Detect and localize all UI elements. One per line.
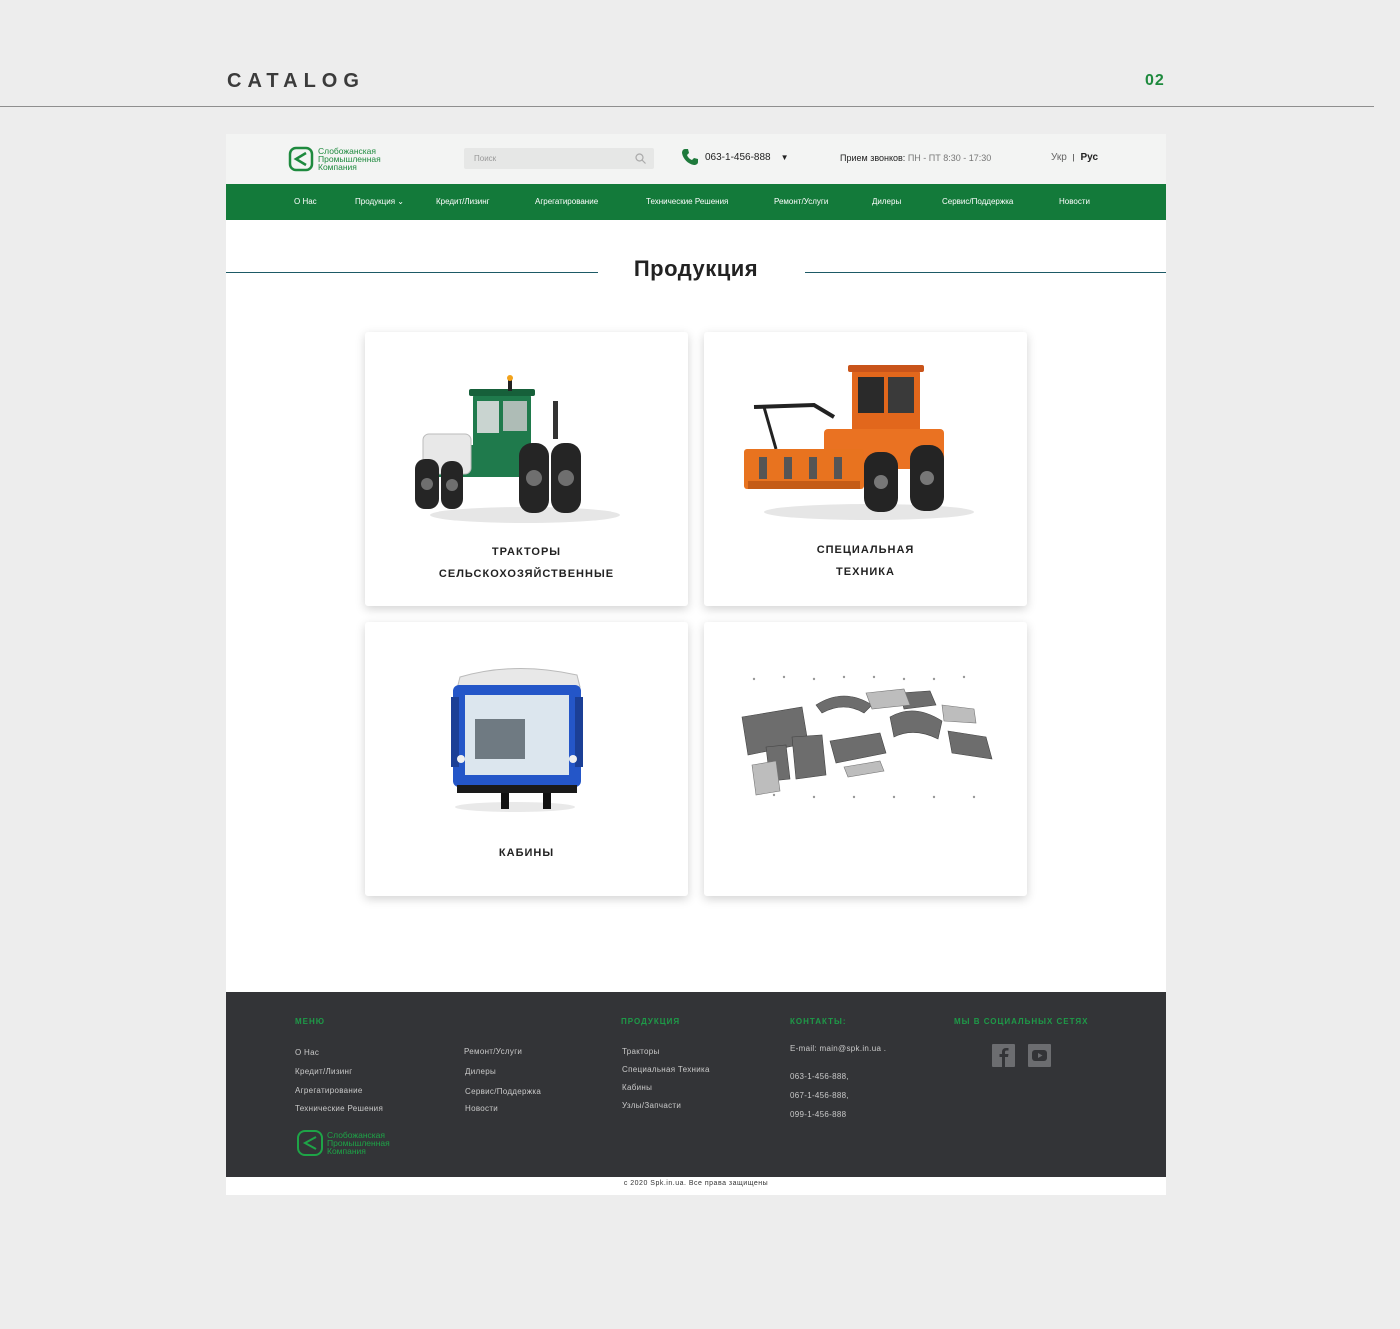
- product-card-parts[interactable]: [704, 622, 1027, 896]
- presentation-title: CATALOG: [227, 70, 365, 92]
- call-hours-value: ПН - ПТ 8:30 - 17:30: [907, 153, 992, 163]
- footer-link[interactable]: Сервис/Поддержка: [465, 1087, 541, 1096]
- footer-contacts-heading: КОНТАКТЫ:: [790, 1017, 847, 1026]
- site-footer: МЕНЮ О Нас Кредит/Лизинг Агрегатирование…: [226, 992, 1166, 1177]
- logo-mark-icon: [297, 1130, 323, 1156]
- footer-link[interactable]: Ремонт/Услуги: [464, 1047, 522, 1056]
- footer-phone[interactable]: 063-1-456-888,: [790, 1072, 849, 1081]
- nav-item-about[interactable]: О Нас: [294, 197, 317, 206]
- nav-item-aggregation[interactable]: Агрегатирование: [535, 197, 598, 206]
- footer-social-heading: МЫ В СОЦИАЛЬНЫХ СЕТЯХ: [954, 1017, 1089, 1026]
- footer-logo-text: Слобожанская Промышленная Компания: [327, 1130, 390, 1156]
- nav-item-products[interactable]: Продукция ⌄: [355, 197, 404, 206]
- footer-phone[interactable]: 099-1-456-888: [790, 1110, 846, 1119]
- orange-tractor-mulcher-icon: [744, 365, 974, 520]
- exploded-parts-icon: [741, 675, 993, 799]
- lang-separator: |: [1072, 153, 1075, 162]
- search-input[interactable]: [464, 148, 629, 169]
- page-title: Продукция: [633, 256, 759, 281]
- logo-text: Слобожанская Промышленная Компания: [318, 146, 381, 172]
- green-tractor-icon: [415, 375, 620, 523]
- phone-number: 063-1-456-888: [705, 151, 771, 163]
- card-label: СПЕЦИАЛЬНАЯ ТЕХНИКА: [816, 544, 915, 578]
- facebook-icon[interactable]: [992, 1044, 1015, 1067]
- presentation-divider: [0, 106, 1374, 107]
- nav-item-dealers[interactable]: Дилеры: [872, 197, 901, 206]
- nav-item-repair[interactable]: Ремонт/Услуги: [774, 197, 828, 206]
- call-hours: Прием звонков: ПН - ПТ 8:30 - 17:30: [840, 153, 991, 163]
- nav-item-tech-solutions[interactable]: Технические Решения: [646, 197, 728, 206]
- footer-link[interactable]: Специальная Техника: [622, 1065, 710, 1074]
- presentation-page-number: 02: [1145, 72, 1165, 89]
- nav-item-service[interactable]: Сервис/Поддержка: [942, 197, 1013, 206]
- footer-link[interactable]: О Нас: [295, 1048, 319, 1057]
- phone-icon: [682, 149, 698, 165]
- main-nav: О Нас Продукция ⌄ Кредит/Лизинг Агрегати…: [226, 184, 1166, 220]
- footer-link[interactable]: Технические Решения: [295, 1104, 383, 1113]
- heading-line-right: [805, 272, 1166, 273]
- nav-item-news[interactable]: Новости: [1059, 197, 1090, 206]
- chevron-down-icon[interactable]: ▼: [781, 153, 789, 162]
- call-hours-label: Прием звонков:: [840, 153, 906, 163]
- top-bar: Слобожанская Промышленная Компания 063-1…: [226, 134, 1166, 184]
- copyright: с 2020 Spk.in.ua. Все права защищены: [623, 1180, 769, 1187]
- footer-link[interactable]: Дилеры: [465, 1067, 496, 1076]
- product-card-cabins[interactable]: КАБИНЫ: [365, 622, 688, 896]
- footer-link[interactable]: Узлы/Запчасти: [622, 1101, 681, 1110]
- search-box: [464, 148, 654, 169]
- lang-ru[interactable]: Рус: [1080, 152, 1098, 163]
- website-frame: Слобожанская Промышленная Компания 063-1…: [226, 134, 1166, 1195]
- footer-logo[interactable]: Слобожанская Промышленная Компания: [296, 1129, 390, 1157]
- footer-products-heading: ПРОДУКЦИЯ: [621, 1017, 681, 1026]
- phone-selector[interactable]: 063-1-456-888 ▼: [681, 148, 789, 166]
- card-label: ТРАКТОРЫ СЕЛЬСКОХОЗЯЙСТВЕННЫЕ: [438, 546, 615, 580]
- footer-phone[interactable]: 067-1-456-888,: [790, 1091, 849, 1100]
- footer-email[interactable]: E-mail: main@spk.in.ua .: [790, 1044, 886, 1053]
- site-logo[interactable]: Слобожанская Промышленная Компания: [288, 146, 381, 172]
- footer-menu-heading: МЕНЮ: [295, 1017, 326, 1026]
- search-icon[interactable]: [635, 153, 646, 164]
- blue-cabin-icon: [451, 667, 583, 812]
- footer-link[interactable]: Тракторы: [622, 1047, 660, 1056]
- footer-link[interactable]: Новости: [465, 1104, 498, 1113]
- nav-item-credit[interactable]: Кредит/Лизинг: [436, 197, 490, 206]
- footer-link[interactable]: Агрегатирование: [295, 1086, 363, 1095]
- product-card-special-machinery[interactable]: СПЕЦИАЛЬНАЯ ТЕХНИКА: [704, 332, 1027, 606]
- product-card-tractors[interactable]: ТРАКТОРЫ СЕЛЬСКОХОЗЯЙСТВЕННЫЕ: [365, 332, 688, 606]
- youtube-icon[interactable]: [1028, 1044, 1051, 1067]
- footer-link[interactable]: Кабины: [622, 1083, 652, 1092]
- card-label: КАБИНЫ: [498, 847, 555, 859]
- lang-ua[interactable]: Укр: [1051, 152, 1067, 163]
- logo-mark-icon: [288, 146, 314, 172]
- language-switcher: Укр | Рус: [1051, 152, 1098, 163]
- footer-link[interactable]: Кредит/Лизинг: [295, 1067, 353, 1076]
